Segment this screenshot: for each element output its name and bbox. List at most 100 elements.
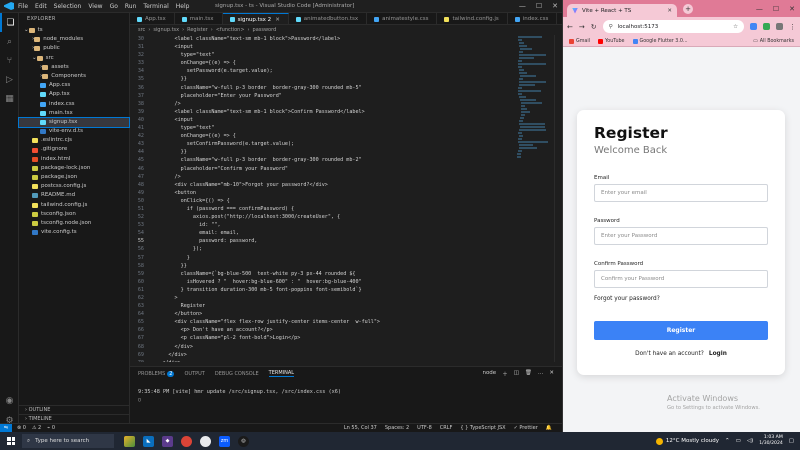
bookmark-item[interactable]: YouTube <box>598 38 625 44</box>
breadcrumb-item[interactable]: Register <box>187 25 208 35</box>
new-tab-icon[interactable]: + <box>683 3 693 14</box>
back-icon[interactable]: ← <box>567 23 573 31</box>
tree-item[interactable]: postcss.config.js <box>19 182 129 191</box>
code-line[interactable]: 55 password: password, <box>130 237 510 245</box>
forgot-password-link[interactable]: Forgot your password? <box>594 296 768 302</box>
code-line[interactable]: 69 </div> <box>130 351 510 359</box>
clock[interactable]: 1:03 AM 1/30/2024 <box>759 435 783 447</box>
account-icon[interactable]: ◉ <box>0 391 19 410</box>
close-tab-icon[interactable]: ✕ <box>667 8 672 14</box>
weather-widget[interactable]: 12°C Mostly cloudy <box>655 437 719 445</box>
more-icon[interactable]: … <box>538 370 544 378</box>
code-line[interactable]: 37 placeholder="Enter your Password" <box>130 92 510 100</box>
vscode-app-icon[interactable]: ◣ <box>143 435 154 447</box>
menu-item-selection[interactable]: Selection <box>54 3 82 10</box>
tree-item[interactable]: tsconfig.node.json <box>19 219 129 228</box>
bell-icon[interactable]: 🔔 <box>546 425 552 431</box>
login-link[interactable]: Login <box>704 351 727 357</box>
menu-dots-icon[interactable]: ⋮ <box>789 23 796 31</box>
code-line[interactable]: 36 className="w-full p-3 border border-g… <box>130 84 510 92</box>
close-icon[interactable]: ✕ <box>552 2 558 10</box>
code-line[interactable]: 54 email: email, <box>130 229 510 237</box>
code-line[interactable]: 68 </div> <box>130 343 510 351</box>
close-icon[interactable]: ✕ <box>789 5 795 13</box>
visual-studio-app-icon[interactable]: ◆ <box>162 435 173 447</box>
close-panel-icon[interactable]: ✕ <box>549 370 554 378</box>
tree-item[interactable]: App.css <box>19 81 129 90</box>
code-line[interactable]: 41 type="text" <box>130 124 510 132</box>
breadcrumb-item[interactable]: <function> <box>216 25 245 35</box>
taskbar-search[interactable]: ⌕ Type here to search <box>22 434 114 448</box>
password-field[interactable] <box>594 227 768 245</box>
editor-tab[interactable]: tailwind.config.js <box>437 13 508 24</box>
browser-tab[interactable]: Vite + React + TS ✕ <box>567 4 677 17</box>
tab-problems[interactable]: PROBLEMS 2 <box>138 370 175 377</box>
editor-tab[interactable]: index.css <box>508 13 558 24</box>
notification-icon[interactable]: ▢ <box>789 438 794 444</box>
extension-icon[interactable] <box>750 23 757 30</box>
search-icon[interactable]: ⌕ <box>0 32 19 51</box>
code-line[interactable]: 42 onChange={(e) => { <box>130 132 510 140</box>
code-line[interactable]: 61 } transition duration-300 mb-5 font-p… <box>130 286 510 294</box>
timeline-section[interactable]: › TIMELINE <box>19 414 130 423</box>
network-icon[interactable]: ▭ <box>736 438 741 444</box>
breadcrumb-item[interactable]: signup.tsx <box>153 25 179 35</box>
code-line[interactable]: 52 axios.post("http://localhost:3000/cre… <box>130 213 510 221</box>
zoom-app-icon[interactable]: zm <box>219 435 230 447</box>
code-line[interactable]: 60 isHovered ? " hover:bg-blue-600" : " … <box>130 278 510 286</box>
code-line[interactable]: 65 <div className="flex flex-row justify… <box>130 318 510 326</box>
code-line[interactable]: 64 </button> <box>130 310 510 318</box>
code-line[interactable]: 50 onClick={() => { <box>130 197 510 205</box>
status-encoding[interactable]: UTF-8 <box>417 425 432 431</box>
code-line[interactable]: 46 placeholder="Confirm your Password" <box>130 165 510 173</box>
breadcrumb-item[interactable]: password <box>253 25 277 35</box>
tree-item[interactable]: › node_modules <box>19 35 129 44</box>
status-prettier[interactable]: ✓ Prettier <box>514 425 538 431</box>
volume-icon[interactable]: ◁) <box>747 438 753 444</box>
outline-section[interactable]: › OUTLINE <box>19 405 130 414</box>
code-line[interactable]: 67 <p className="pl-2 font-bold">Login</… <box>130 334 510 342</box>
tree-item[interactable]: App.tsx <box>19 90 129 99</box>
code-line[interactable]: 57 } <box>130 254 510 262</box>
code-line[interactable]: 45 className="w-full p-3 border border-g… <box>130 156 510 164</box>
editor-tab[interactable]: App.tsx <box>130 13 175 24</box>
status-ports[interactable]: ⌁ 0 <box>47 425 55 431</box>
chrome-profile-app-icon[interactable] <box>200 435 211 447</box>
split-terminal-icon[interactable]: ◫ <box>514 370 519 378</box>
status-warnings[interactable]: ⚠ 2 <box>32 425 41 431</box>
code-line[interactable]: 62 > <box>130 294 510 302</box>
close-tab-icon[interactable]: ✕ <box>275 14 280 25</box>
terminal-profile[interactable]: node <box>482 370 496 378</box>
tree-item[interactable]: main.tsx <box>19 109 129 118</box>
extensions-icon[interactable]: ▦ <box>0 89 19 108</box>
terminal-output[interactable]: 9:35:48 PM [vite] hmr update /src/signup… <box>130 380 562 404</box>
trash-icon[interactable]: 🗑 <box>525 370 532 378</box>
tree-item[interactable]: .eslintrc.cjs <box>19 136 129 145</box>
code-line[interactable]: 59 className={`bg-blue-500 text-white py… <box>130 270 510 278</box>
status-spaces[interactable]: Spaces: 2 <box>385 425 409 431</box>
code-editor[interactable]: 30 <label className="text-sm mb-1 block"… <box>130 35 510 362</box>
code-line[interactable]: 40 <input <box>130 116 510 124</box>
bookmark-item[interactable]: Gmail <box>569 38 590 44</box>
explorer-icon[interactable]: ❏ <box>0 13 19 32</box>
notion-app-icon[interactable]: ◎ <box>238 435 249 447</box>
chrome-app-icon[interactable] <box>181 435 192 447</box>
code-line[interactable]: 48 <div className="mb-10">Forgot your pa… <box>130 181 510 189</box>
tray-chevron-icon[interactable]: ⌃ <box>725 438 730 444</box>
code-line[interactable]: 70 </div> <box>130 359 510 362</box>
menu-item-terminal[interactable]: Terminal <box>143 3 168 10</box>
editor-tab[interactable]: main.tsx <box>175 13 223 24</box>
forward-icon[interactable]: → <box>579 23 585 31</box>
tree-item[interactable]: tsconfig.json <box>19 210 129 219</box>
code-line[interactable]: 39 <label className="text-sm mb-1 block"… <box>130 108 510 116</box>
tree-item[interactable]: package.json <box>19 173 129 182</box>
confirm-password-field[interactable] <box>594 270 768 288</box>
tree-item[interactable]: vite.config.ts <box>19 228 129 237</box>
tree-item[interactable]: ⌄ ts <box>19 26 129 35</box>
menu-item-view[interactable]: View <box>88 3 102 10</box>
maximize-icon[interactable]: ☐ <box>536 2 542 10</box>
add-terminal-icon[interactable]: ＋ <box>502 370 508 378</box>
code-line[interactable]: 49 <button <box>130 189 510 197</box>
tree-item[interactable]: README.md <box>19 191 129 200</box>
tree-item[interactable]: index.html <box>19 155 129 164</box>
